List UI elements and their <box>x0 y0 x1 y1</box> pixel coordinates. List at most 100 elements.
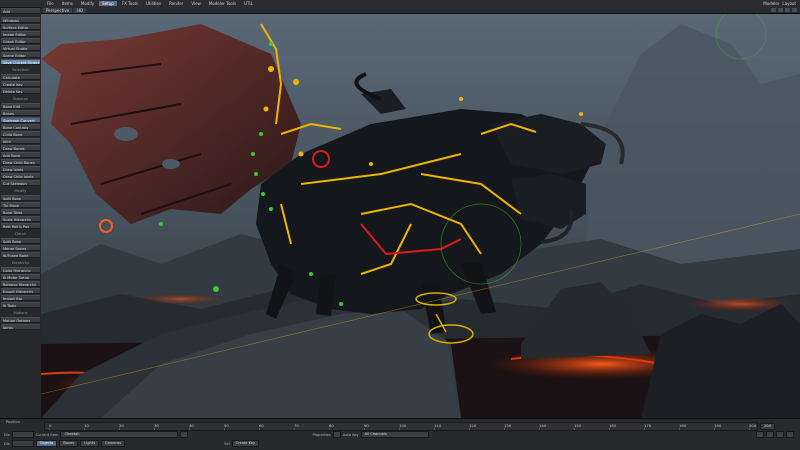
objects-button[interactable]: Objects <box>35 440 58 447</box>
zoom-level[interactable]: HD <box>74 7 87 13</box>
prev-frame-icon[interactable] <box>766 431 774 438</box>
sidebar-item-tip-move[interactable]: Tip Move <box>1 202 40 208</box>
rewind-icon[interactable] <box>756 431 764 438</box>
sidebar-item-image-editor[interactable]: Image Editor <box>1 31 40 37</box>
timeline-tick-mark <box>259 428 260 430</box>
timeline-tick-label: 160 <box>609 423 617 428</box>
app-switch-layout[interactable]: Layout <box>782 1 796 6</box>
rotate-view-icon[interactable] <box>778 8 783 12</box>
cameras-button[interactable]: Cameras <box>101 440 126 447</box>
sidebar-item-surface-editor[interactable]: Surface Editor <box>1 24 40 30</box>
sidebar-item-bone-controls[interactable]: Bone Controls <box>1 124 40 130</box>
timeline-tick-mark <box>119 428 120 430</box>
sidebar-item-import-rig[interactable]: Import Rig <box>1 295 40 301</box>
timeline-tick-label: 140 <box>539 423 547 428</box>
view-mode-select[interactable]: Perspective <box>43 7 73 13</box>
sidebar-item-ik-motor-setup[interactable]: Ik Motor Setup <box>1 274 40 280</box>
zoom-view-icon[interactable] <box>785 8 790 12</box>
move-view-icon[interactable] <box>771 8 776 12</box>
timeline-tick-label: 100 <box>399 423 407 428</box>
sidebar-item-bone-twist[interactable]: Bone Twist <box>1 209 40 215</box>
sidebar-item-draw-joints[interactable]: Draw Joints <box>1 166 40 172</box>
timeline-ruler[interactable]: 0 10 20 30 40 50 60 70 80 90 100 110 120 130 140 150 160… <box>44 422 758 431</box>
3d-viewport[interactable] <box>41 14 800 418</box>
sidebar-group-heading[interactable]: Modify <box>0 189 41 194</box>
sidebar-group-heading[interactable]: Skeleton <box>0 97 41 102</box>
menu-tab-modify[interactable]: Modify <box>78 1 97 6</box>
x-value-field[interactable] <box>11 431 34 438</box>
menu-tab-util[interactable]: UTIL <box>241 1 256 6</box>
sidebar-item-draw-bones[interactable]: Draw Bones <box>1 145 40 151</box>
sel-label: Sel <box>224 441 230 446</box>
sidebar-item-child-bone[interactable]: Child Bone <box>1 131 40 137</box>
sidebar-item-joints[interactable]: Joints <box>1 324 40 330</box>
sidebar-item-windows[interactable]: Windows <box>1 17 40 23</box>
bones-button[interactable]: Bones <box>59 440 79 447</box>
sidebar-item-scene-editor[interactable]: Scene Editor <box>1 52 40 58</box>
item-list-button[interactable] <box>180 431 189 438</box>
auto-key-label: Auto Key <box>342 432 359 437</box>
next-frame-icon[interactable] <box>786 431 794 438</box>
menu-tab-modeler-tools[interactable]: Modeler Tools <box>206 1 239 6</box>
sidebar-item-motion-options[interactable]: Motion Options <box>1 317 40 323</box>
timeline-tick-mark <box>224 428 225 430</box>
timeline-tick-label: 130 <box>504 423 512 428</box>
sidebar-item-merge-bones[interactable]: Merge Bones <box>1 245 40 251</box>
sidebar-item-virtual-studio[interactable]: Virtual Studio <box>1 45 40 51</box>
sidebar-item-scale-hierarchy[interactable]: Scale Hierarchy <box>1 216 40 222</box>
sidebar-item-draw-child-bones[interactable]: Draw Child Bones <box>1 159 40 165</box>
file-menu[interactable]: File <box>44 1 57 6</box>
sidebar-group-heading[interactable]: Hierarchy <box>0 261 41 266</box>
sidebar-item-bone-edit[interactable]: Bone Edit <box>1 103 40 109</box>
create-key-button[interactable]: Create Key <box>231 440 260 447</box>
sidebar-item-add-bone[interactable]: Add Bone <box>1 152 40 158</box>
sidebar-group-heading[interactable]: Motions <box>0 311 41 316</box>
menu-tabs: File Items Modify Setup FX Tools Utilities Ren… <box>44 1 256 6</box>
lights-button[interactable]: Lights <box>80 440 100 447</box>
sidebar-item-joint[interactable]: Joint <box>1 138 40 144</box>
menu-tab-view[interactable]: View <box>188 1 204 6</box>
sidebar-item-cut-skelegon[interactable]: Cut Skelegon <box>1 180 40 186</box>
sidebar-item-delete-key[interactable]: Delete Key <box>1 88 40 94</box>
sidebar-item-rest-rot-pos[interactable]: Rest Rot & Pos <box>1 223 40 229</box>
sidebar-item-save-current-object[interactable]: Save Current Object <box>1 59 40 65</box>
end-frame-field[interactable]: 200 <box>760 423 775 430</box>
timeline-tick-mark <box>434 428 435 430</box>
sidebar-item-add[interactable]: Add <box>1 8 40 14</box>
timeline-tick-mark <box>469 428 470 430</box>
timeline-tick-mark <box>399 428 400 430</box>
sidebar-group-heading[interactable]: Selection <box>0 68 41 73</box>
auto-key-checkbox[interactable] <box>332 431 341 438</box>
sidebar-item-export-hierarchy[interactable]: Export Hierarchy <box>1 288 40 294</box>
position-label: Position <box>6 420 20 424</box>
sidebar-item-graph-editor[interactable]: Graph Editor <box>1 38 40 44</box>
menu-tab-setup[interactable]: Setup <box>99 1 117 6</box>
y-value-field[interactable] <box>11 440 34 447</box>
timeline-tick-mark <box>49 428 50 430</box>
menu-tab-items[interactable]: Items <box>59 1 76 6</box>
sidebar-item-skelegon-convert[interactable]: Skelegon Convert <box>1 117 40 123</box>
menu-tab-fx-tools[interactable]: FX Tools <box>119 1 141 6</box>
timeline-tick-mark <box>189 428 190 430</box>
app-switch-modeler[interactable]: Modeler <box>763 1 779 6</box>
sidebar-item-ik-tools[interactable]: Ik Tools <box>1 302 40 308</box>
play-icon[interactable] <box>776 431 784 438</box>
timeline-tick-mark <box>329 428 330 430</box>
sidebar-item-split-bone[interactable]: Split Bone <box>1 238 40 244</box>
maximize-view-icon[interactable] <box>792 8 797 12</box>
sidebar-item-create-key[interactable]: Create Key <box>1 81 40 87</box>
sidebar-item-remove-hierarchy[interactable]: Remove Hierarchy <box>1 281 40 287</box>
sidebar-item-ik-fused-bone[interactable]: IK/Fused Bone <box>1 252 40 258</box>
sidebar-item-draw-child-joints[interactable]: Draw Child Joints <box>1 173 40 179</box>
menu-tab-utilities[interactable]: Utilities <box>143 1 164 6</box>
sidebar-item-bones[interactable]: Bones <box>1 110 40 116</box>
sidebar-item-color-hierarchy[interactable]: Color Hierarchy <box>1 267 40 273</box>
menu-tab-render[interactable]: Render <box>166 1 186 6</box>
current-item-select[interactable]: Cheetah <box>60 431 179 438</box>
sidebar-item-split-bone[interactable]: Split Bone <box>1 195 40 201</box>
auto-key-select[interactable]: All Channels <box>360 431 429 438</box>
sidebar-group-heading[interactable]: Detail <box>0 232 41 237</box>
viewport-header: Perspective HD <box>41 7 800 14</box>
sidebar-item-calculate[interactable]: Calculate <box>1 74 40 80</box>
properties-label[interactable]: Properties <box>312 433 330 437</box>
